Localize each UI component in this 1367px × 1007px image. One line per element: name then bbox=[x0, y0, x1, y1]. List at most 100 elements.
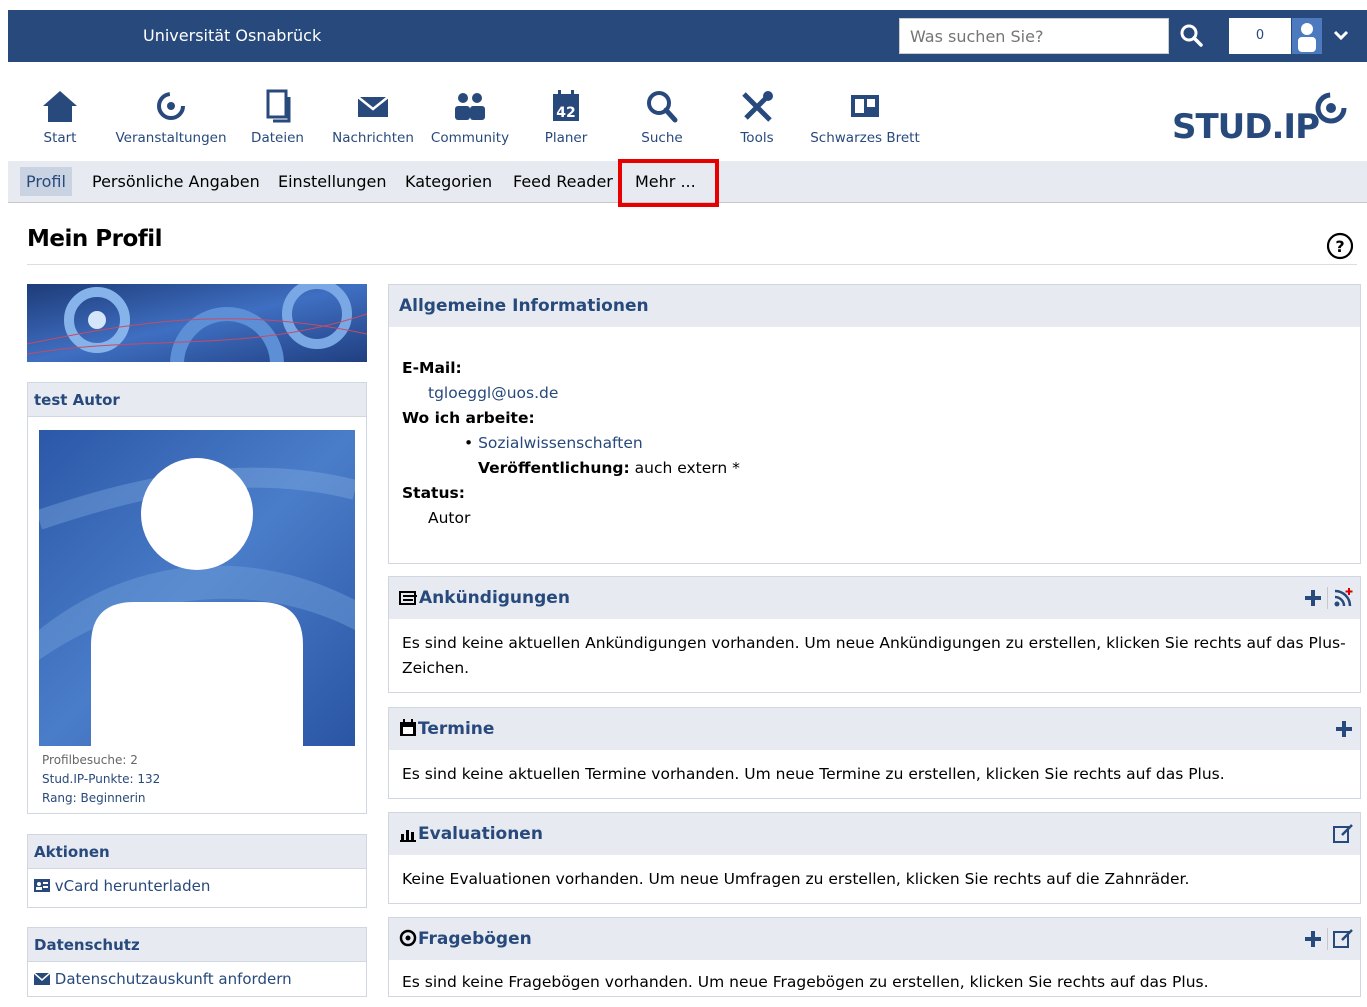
calendar-day: 42 bbox=[556, 105, 575, 121]
aktionen-title: Aktionen bbox=[28, 835, 366, 869]
announcements-box: Ankündigungen Es sind keine aktuellen An… bbox=[388, 576, 1361, 693]
profile-visits: Profilbesuche: 2 bbox=[42, 753, 138, 767]
plus-icon[interactable] bbox=[1303, 929, 1323, 949]
announcement-icon bbox=[399, 591, 417, 605]
nav-schwarzes-brett[interactable]: Schwarzes Brett bbox=[810, 88, 920, 146]
datenschutz-label: Datenschutzauskunft anfordern bbox=[54, 970, 292, 988]
header-actions bbox=[1332, 813, 1354, 855]
nav-label: Start bbox=[43, 130, 77, 146]
nav-community[interactable]: Community bbox=[429, 88, 511, 146]
nav-veranstaltungen[interactable]: Veranstaltungen bbox=[112, 88, 230, 146]
header-actions bbox=[1303, 577, 1354, 619]
dates-box: Termine Es sind keine aktuellen Termine … bbox=[388, 707, 1361, 799]
nav-label: Schwarzes Brett bbox=[810, 130, 920, 146]
plus-icon[interactable] bbox=[1334, 719, 1354, 739]
nav-suche[interactable]: Suche bbox=[634, 88, 690, 146]
chevron-down-icon[interactable] bbox=[1330, 24, 1352, 46]
nav-label: Veranstaltungen bbox=[115, 130, 227, 146]
evaluations-text: Keine Evaluationen vorhanden. Um neue Um… bbox=[402, 870, 1190, 888]
nav-label: Tools bbox=[740, 130, 774, 146]
vcard-label: vCard herunterladen bbox=[54, 877, 211, 895]
notification-count[interactable]: 0 bbox=[1229, 18, 1291, 54]
search-icon bbox=[647, 91, 678, 123]
divider bbox=[1327, 587, 1328, 609]
help-icon[interactable]: ? bbox=[1326, 232, 1354, 264]
main-navigation: Start Veranstaltungen Dateien Nachrichte… bbox=[8, 62, 1367, 160]
edit-icon[interactable] bbox=[1332, 928, 1354, 950]
work-item: • Sozialwissenschaften bbox=[464, 434, 643, 452]
search-icon[interactable] bbox=[1174, 18, 1210, 54]
university-name[interactable]: Universität Osnabrück bbox=[143, 26, 321, 45]
subnav-feed-reader[interactable]: Feed Reader bbox=[513, 172, 613, 191]
nav-label: Community bbox=[430, 130, 510, 146]
chart-icon bbox=[400, 830, 416, 842]
vcard-icon bbox=[34, 879, 50, 892]
profile-rank[interactable]: Rang: Beginnerin bbox=[42, 791, 146, 805]
mail-icon bbox=[33, 972, 51, 985]
edit-icon[interactable] bbox=[1332, 823, 1354, 845]
questionnaires-title: Fragebögen bbox=[418, 929, 532, 949]
studip-logo[interactable]: STUD.IP bbox=[1172, 90, 1349, 147]
calendar-icon bbox=[400, 719, 416, 736]
questionnaires-box: Fragebögen Es sind keine Fragebögen vorh… bbox=[388, 917, 1361, 997]
status-value: Autor bbox=[428, 509, 471, 527]
community-icon bbox=[455, 93, 485, 120]
datenschutz-title: Datenschutz bbox=[28, 928, 366, 962]
email-link[interactable]: tgloeggl@uos.de bbox=[428, 384, 558, 402]
work-link[interactable]: Sozialwissenschaften bbox=[478, 434, 643, 452]
publish-line: Veröffentlichung: auch extern * bbox=[402, 456, 1347, 481]
subnav-einstellungen[interactable]: Einstellungen bbox=[278, 172, 386, 191]
profile-points[interactable]: Stud.IP-Punkte: 132 bbox=[42, 772, 160, 786]
aktionen-box: Aktionen vCard herunterladen bbox=[27, 834, 367, 908]
plus-icon[interactable] bbox=[1303, 588, 1323, 608]
publish-label: Veröffentlichung: bbox=[478, 459, 630, 477]
subnav-persoenliche-angaben[interactable]: Persönliche Angaben bbox=[92, 172, 260, 191]
vcard-link[interactable]: vCard herunterladen bbox=[28, 869, 366, 903]
divider bbox=[27, 264, 1357, 265]
nav-planer[interactable]: 42 Planer bbox=[538, 88, 594, 146]
evaluations-box: Evaluationen Keine Evaluationen vorhande… bbox=[388, 812, 1361, 904]
evaluations-title: Evaluationen bbox=[418, 824, 543, 844]
datenschutz-link[interactable]: Datenschutzauskunft anfordern bbox=[28, 962, 366, 996]
nav-start[interactable]: Start bbox=[38, 88, 82, 146]
courses-icon bbox=[157, 92, 185, 120]
nav-dateien[interactable]: Dateien bbox=[250, 88, 305, 146]
sub-navigation: Profil Persönliche Angaben Einstellungen… bbox=[8, 159, 1367, 207]
rss-add-icon[interactable] bbox=[1332, 587, 1354, 609]
announcements-text: Es sind keine aktuellen Ankündigungen vo… bbox=[402, 634, 1346, 677]
questionnaires-header: Fragebögen bbox=[389, 918, 1360, 960]
user-avatar-icon[interactable] bbox=[1292, 18, 1322, 54]
dates-text: Es sind keine aktuellen Termine vorhande… bbox=[402, 765, 1225, 783]
announcements-title: Ankündigungen bbox=[419, 588, 570, 608]
nav-label: Dateien bbox=[251, 130, 304, 146]
nav-nachrichten[interactable]: Nachrichten bbox=[330, 88, 416, 146]
nav-label: Nachrichten bbox=[332, 130, 414, 146]
datenschutz-box: Datenschutz Datenschutzauskunft anforder… bbox=[27, 927, 367, 997]
general-info-title: Allgemeine Informationen bbox=[389, 285, 1360, 327]
header-actions bbox=[1303, 918, 1354, 960]
highlight-box bbox=[618, 159, 719, 207]
top-bar: Universität Osnabrück 0 bbox=[8, 10, 1367, 62]
questionnaires-text: Es sind keine Fragebögen vorhanden. Um n… bbox=[402, 973, 1209, 991]
status-label: Status: bbox=[402, 484, 465, 502]
subnav-kategorien[interactable]: Kategorien bbox=[405, 172, 492, 191]
header-actions bbox=[1334, 708, 1354, 750]
email-label: E-Mail: bbox=[402, 359, 462, 377]
tools-icon bbox=[742, 91, 773, 122]
calendar-icon: 42 bbox=[553, 90, 579, 121]
dates-title: Termine bbox=[418, 719, 495, 739]
profile-banner bbox=[26, 279, 368, 421]
nav-label: Planer bbox=[544, 130, 588, 146]
logo-ring-icon bbox=[1315, 92, 1347, 124]
evaluations-header: Evaluationen bbox=[389, 813, 1360, 855]
board-icon bbox=[851, 95, 879, 117]
publish-value: auch extern * bbox=[634, 459, 740, 477]
general-info-box: Allgemeine Informationen E-Mail: tgloegg… bbox=[388, 284, 1361, 564]
search-input[interactable] bbox=[899, 18, 1169, 54]
home-icon bbox=[43, 91, 77, 122]
dates-header: Termine bbox=[389, 708, 1360, 750]
questionnaire-icon bbox=[399, 929, 417, 947]
nav-tools[interactable]: Tools bbox=[733, 88, 781, 146]
subnav-profil[interactable]: Profil bbox=[20, 167, 72, 196]
svg-text:?: ? bbox=[1335, 237, 1344, 256]
